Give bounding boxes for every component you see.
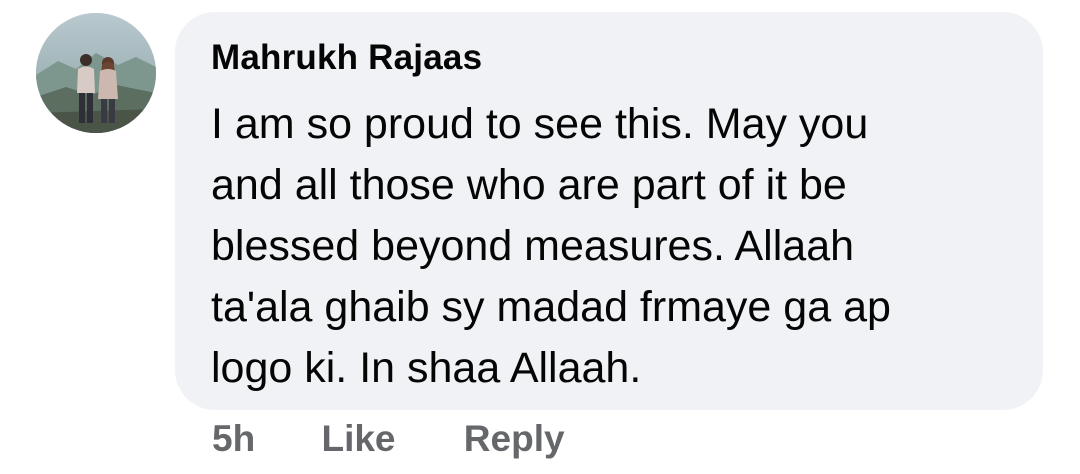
like-button[interactable]: Like (321, 418, 395, 460)
comment-author[interactable]: Mahrukh Rajaas (211, 38, 482, 78)
profile-photo (36, 13, 156, 133)
comment-text-line: and all those who are part of it be (211, 161, 847, 209)
comment-text-line: ta'ala ghaib sy madad frmaye ga ap (211, 283, 891, 331)
comment-text-line: logo ki. In shaa Allaah. (211, 344, 642, 392)
comment-actions: 5h Like Reply (212, 418, 565, 464)
comment-bubble: Mahrukh Rajaas I am so proud to see this… (175, 12, 1043, 410)
comment-text: I am so proud to see this. May you and a… (211, 94, 1011, 399)
comment-text-line: blessed beyond measures. Allaah (211, 222, 855, 270)
comment-timestamp[interactable]: 5h (212, 418, 255, 460)
comment-text-line: I am so proud to see this. May you (211, 100, 869, 148)
avatar[interactable] (36, 13, 156, 133)
reply-button[interactable]: Reply (464, 418, 565, 460)
